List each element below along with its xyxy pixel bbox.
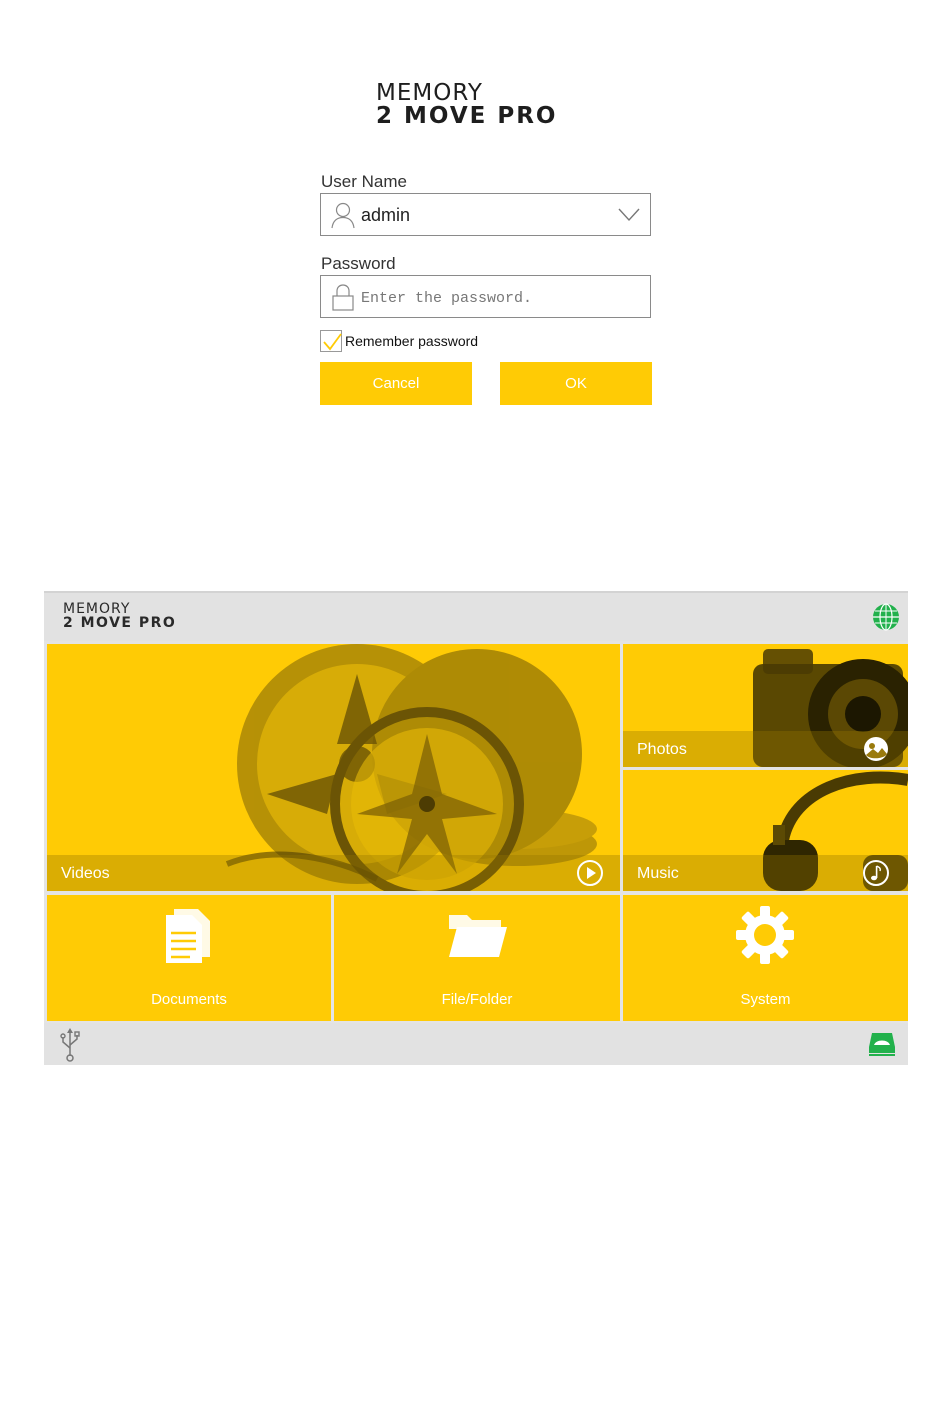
logo-line-1: MEMORY (376, 80, 483, 106)
videos-label: Videos (61, 865, 110, 882)
folder-icon (449, 915, 507, 957)
tile-music[interactable]: Music (623, 770, 908, 891)
music-label: Music (637, 865, 679, 882)
remember-label: Remember password (345, 333, 479, 349)
film-reel-image (225, 644, 597, 891)
header-logo: MEMORY 2 MOVE PRO (63, 602, 177, 631)
photo-icon[interactable] (862, 735, 890, 763)
password-field[interactable] (320, 275, 651, 318)
password-label: Password (321, 254, 396, 273)
documents-icon (166, 909, 210, 963)
header-logo-line-2: 2 MOVE PRO (63, 615, 177, 631)
username-select[interactable]: admin (320, 193, 651, 236)
play-icon[interactable] (576, 859, 604, 887)
gear-icon (736, 906, 794, 964)
username-label: User Name (321, 172, 407, 191)
documents-label: Documents (151, 991, 227, 1008)
logo-line-2: 2 MOVE PRO (376, 103, 558, 129)
file-folder-label: File/Folder (441, 991, 513, 1008)
app-logo: MEMORY 2 MOVE PRO (376, 80, 606, 129)
usb-icon[interactable] (59, 1028, 81, 1062)
system-label: System (740, 991, 791, 1008)
globe-icon[interactable] (872, 603, 900, 631)
photos-label: Photos (637, 741, 687, 758)
tile-photos[interactable]: Photos (623, 644, 908, 767)
chevron-down-icon[interactable] (618, 208, 640, 222)
check-icon (323, 333, 342, 351)
lock-icon (332, 284, 354, 311)
dashboard: MEMORY 2 MOVE PRO Videos Photos Music Do… (44, 591, 908, 1065)
remember-checkbox[interactable] (320, 330, 342, 352)
cancel-button[interactable]: Cancel (320, 362, 472, 405)
username-value: admin (361, 205, 411, 225)
ok-button[interactable]: OK (500, 362, 652, 405)
music-note-icon[interactable] (862, 859, 890, 887)
dashboard-header: MEMORY 2 MOVE PRO (44, 591, 908, 641)
drive-icon[interactable] (868, 1031, 896, 1057)
tile-documents[interactable]: Documents (47, 895, 331, 1021)
user-icon (331, 202, 355, 229)
tile-videos[interactable]: Videos (47, 644, 620, 891)
tile-system[interactable]: System (623, 895, 908, 1021)
videos-caption-bar (47, 855, 620, 891)
tile-file-folder[interactable]: File/Folder (334, 895, 620, 1021)
password-input[interactable] (359, 285, 633, 311)
dashboard-footer (44, 1023, 908, 1065)
